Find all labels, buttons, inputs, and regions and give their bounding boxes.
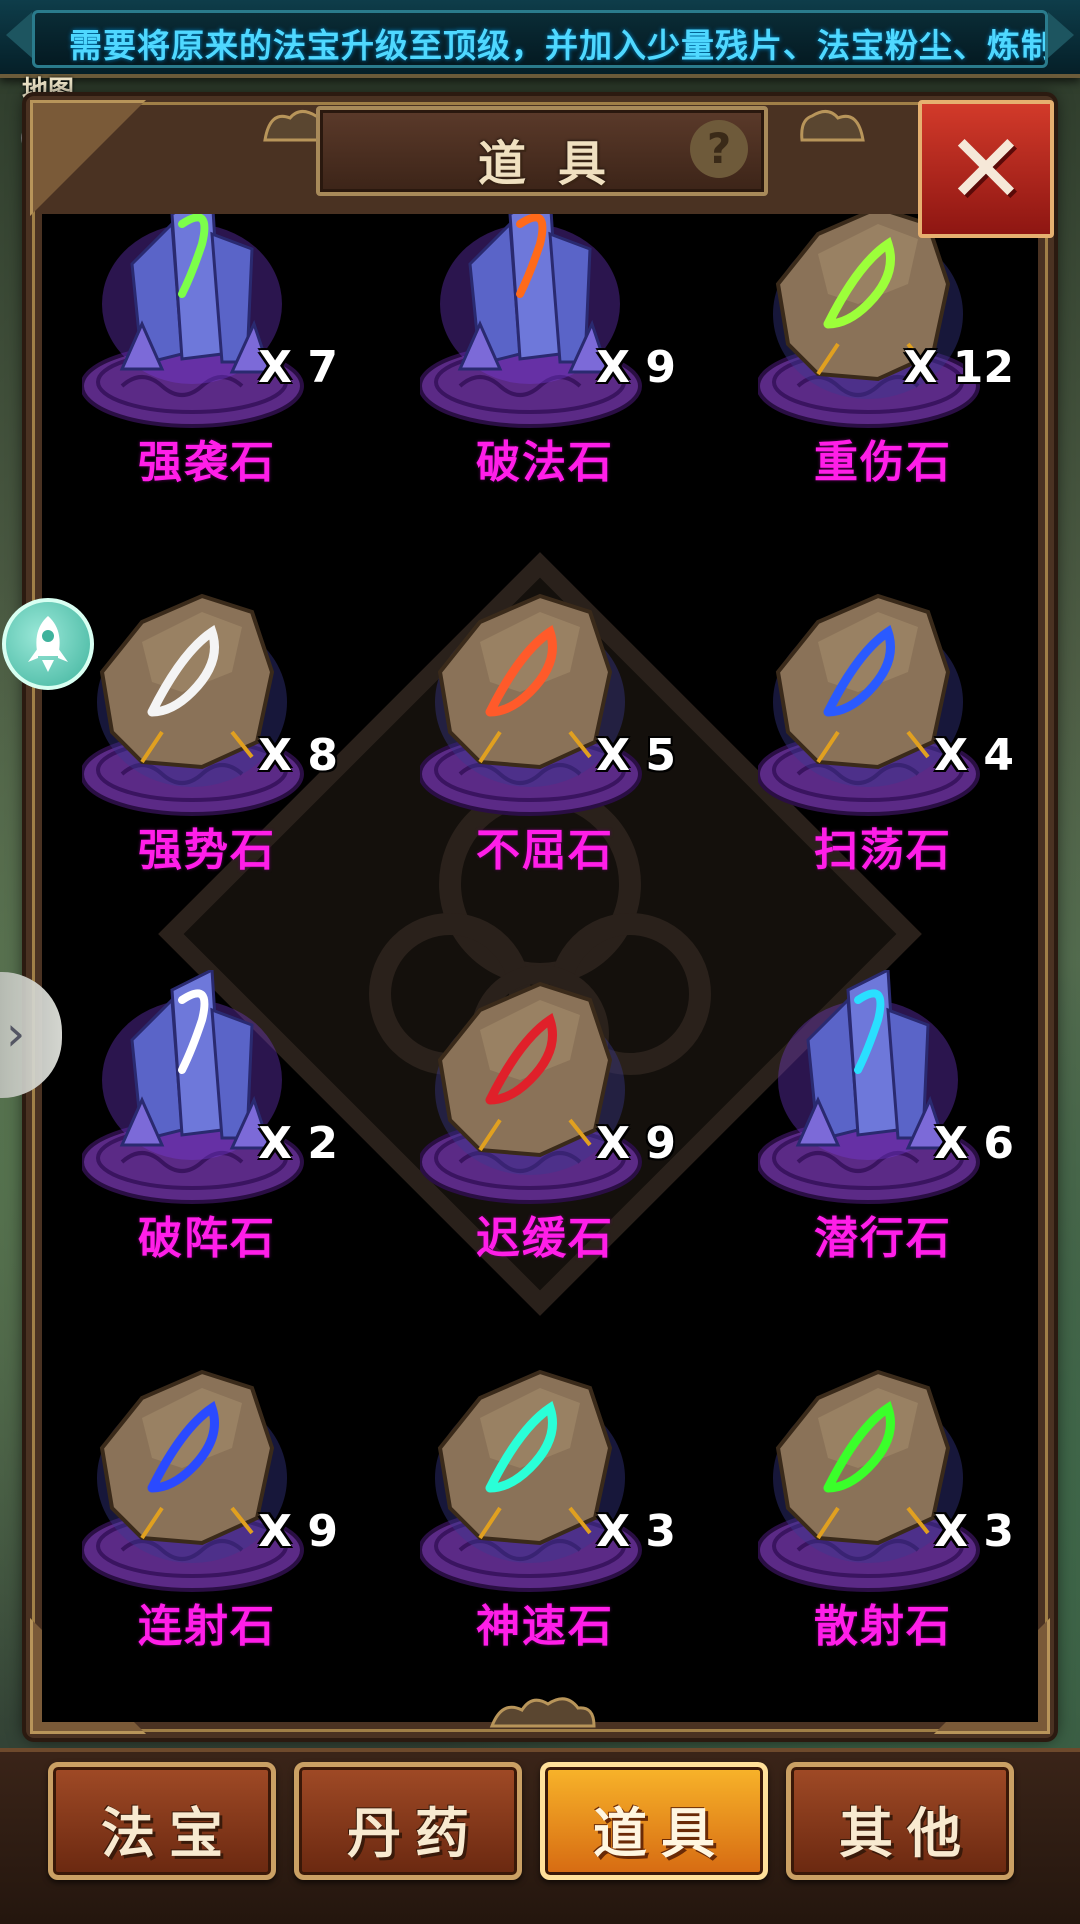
item-name: 不屈石 [476, 825, 614, 876]
inventory-item[interactable]: X 9 破法石 [420, 214, 676, 494]
rocket-button[interactable] [2, 598, 94, 690]
item-quantity: X 9 [258, 1506, 338, 1557]
inventory-item[interactable]: X 12 重伤石 [758, 214, 1014, 494]
marquee-text: 需要将原来的法宝升级至顶级，并加入少量残片、法宝粉尘、炼制 [69, 26, 1048, 65]
rune-stone-icon [758, 593, 980, 816]
item-quantity: X 9 [596, 1118, 676, 1169]
item-quantity: X 3 [934, 1506, 1014, 1557]
inventory-item[interactable]: X 5 不屈石 [420, 582, 676, 882]
marquee-track: 需要将原来的法宝升级至顶级，并加入少量残片、法宝粉尘、炼制 [32, 10, 1048, 68]
item-name: 潜行石 [814, 1213, 952, 1264]
item-quantity: X 4 [934, 730, 1014, 781]
item-grid-area[interactable]: X 7 强袭石 X 9 破法石 X 12 重伤石 X 8 强势石 X 5 不屈石… [42, 214, 1038, 1722]
crystal-stone-icon [420, 214, 642, 428]
rune-stone-icon [82, 593, 304, 816]
inventory-item[interactable]: X 8 强势石 [82, 582, 338, 882]
item-quantity: X 3 [596, 1506, 676, 1557]
inventory-item[interactable]: X 3 散射石 [758, 1358, 1014, 1658]
marquee-left-cap [6, 12, 32, 58]
item-name: 强袭石 [138, 437, 276, 488]
announcement-marquee: 需要将原来的法宝升级至顶级，并加入少量残片、法宝粉尘、炼制 [0, 0, 1080, 78]
item-name: 扫荡石 [814, 825, 952, 876]
rune-stone-icon [420, 1369, 642, 1592]
item-quantity: X 9 [596, 342, 676, 393]
title-cloud-ornament [800, 110, 865, 142]
tab-label: 其他 [839, 1802, 975, 1865]
chevron-right-icon: › [6, 1006, 26, 1062]
tab-medicine[interactable]: 丹药 [294, 1762, 522, 1880]
inventory-item[interactable]: X 7 强袭石 [82, 214, 338, 494]
bottom-cloud-ornament [489, 1697, 596, 1728]
help-button[interactable]: ? [690, 120, 748, 178]
rocket-icon [28, 616, 68, 672]
item-quantity: X 6 [934, 1118, 1014, 1169]
item-quantity: X 8 [258, 730, 338, 781]
tab-label: 道具 [593, 1802, 729, 1865]
item-name: 散射石 [814, 1601, 952, 1652]
rune-stone-icon [420, 981, 642, 1204]
item-name: 强势石 [138, 825, 276, 876]
tab-other[interactable]: 其他 [786, 1762, 1014, 1880]
inventory-item[interactable]: X 9 迟缓石 [420, 970, 676, 1270]
marquee-right-cap [1048, 12, 1074, 58]
item-quantity: X 5 [596, 730, 676, 781]
crystal-stone-icon [82, 214, 304, 428]
rune-stone-icon [758, 214, 980, 428]
rune-stone-icon [420, 593, 642, 816]
rune-stone-icon [758, 1369, 980, 1592]
item-name: 迟缓石 [476, 1213, 614, 1264]
rune-stone-icon [82, 1369, 304, 1592]
inventory-item[interactable]: X 4 扫荡石 [758, 582, 1014, 882]
inventory-item[interactable]: X 9 连射石 [82, 1358, 338, 1658]
crystal-stone-icon [82, 970, 304, 1204]
item-quantity: X 2 [258, 1118, 338, 1169]
inventory-item[interactable]: X 3 神速石 [420, 1358, 676, 1658]
tab-label: 丹药 [347, 1802, 483, 1865]
tab-treasure[interactable]: 法宝 [48, 1762, 276, 1880]
item-name: 破阵石 [138, 1213, 276, 1264]
inventory-item[interactable]: X 2 破阵石 [82, 970, 338, 1270]
item-name: 破法石 [476, 437, 614, 488]
tab-label: 法宝 [101, 1802, 237, 1865]
item-name: 重伤石 [814, 437, 952, 488]
item-quantity: X 7 [258, 342, 338, 393]
close-icon: ✕ [945, 113, 1027, 225]
tab-items[interactable]: 道具 [540, 1762, 768, 1880]
item-name: 连射石 [138, 1601, 276, 1652]
item-quantity: X 12 [903, 342, 1014, 393]
close-button[interactable]: ✕ [918, 100, 1054, 238]
inventory-item[interactable]: X 6 潜行石 [758, 970, 1014, 1270]
crystal-stone-icon [758, 970, 980, 1204]
item-name: 神速石 [476, 1601, 614, 1652]
